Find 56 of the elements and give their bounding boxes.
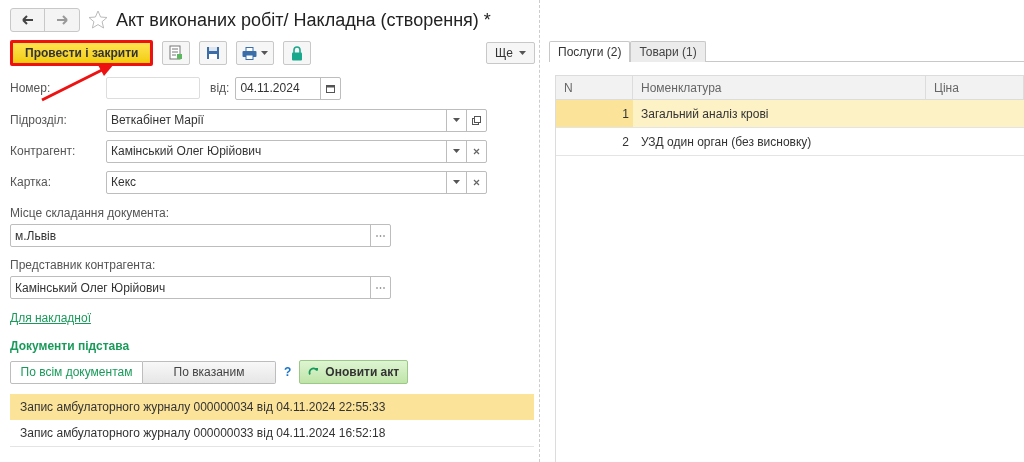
save-button[interactable] (199, 41, 228, 65)
field-label: Підрозділ: (10, 112, 68, 129)
tab[interactable]: Послуги (2) (549, 41, 631, 62)
field-label: Контрагент: (10, 143, 77, 160)
post-and-close-button[interactable]: Провести і закрити (10, 40, 154, 66)
print-button[interactable] (236, 41, 275, 65)
more-button[interactable]: Ще (486, 42, 535, 64)
invoice-link[interactable]: Для накладної (10, 309, 91, 327)
ellipsis-icon (376, 286, 385, 289)
select-field[interactable]: Кекс (106, 170, 487, 194)
caret-icon (453, 118, 460, 122)
table-cell: 1 (556, 100, 633, 127)
select-field[interactable]: Веткабінет Марії (106, 108, 487, 132)
text-field[interactable]: Камінський Олег Юрійович (10, 276, 391, 299)
tab[interactable]: Товари (1) (630, 41, 706, 62)
lock-button[interactable] (283, 41, 312, 65)
table-cell-text: Загальний аналіз крові (640, 105, 770, 123)
caret-icon (261, 51, 269, 55)
close-icon (473, 147, 480, 155)
number-label: Номер: (10, 80, 52, 97)
column-header[interactable]: N (556, 76, 633, 99)
calendar-icon (326, 83, 336, 93)
field-label: Картка: (10, 174, 53, 191)
table-cell-text: 2 (621, 133, 630, 151)
document-icon (169, 45, 184, 61)
date-label: від: (210, 80, 230, 97)
star-icon[interactable] (88, 10, 108, 30)
close-icon (473, 178, 480, 186)
right-arrow-icon (56, 15, 68, 25)
table-row[interactable]: 1 Загальний аналіз крові (556, 100, 1024, 128)
refresh-button[interactable]: Оновити акт (299, 360, 409, 384)
table-cell-text: УЗД один орган (без висновку) (640, 133, 813, 151)
toggle-option[interactable]: По вказаним (143, 360, 276, 384)
caret-icon (453, 180, 460, 184)
column-header[interactable]: Номенклатура (633, 76, 926, 99)
date-field[interactable]: 04.11.2024 (235, 76, 342, 100)
document-row[interactable]: Запис амбулаторного журналу 000000034 від 04.11.2024 22:55:33 (10, 394, 534, 420)
document-button[interactable] (162, 41, 191, 65)
text-field[interactable]: м.Львів (10, 224, 391, 247)
refresh-icon (308, 366, 320, 378)
caret-icon (453, 149, 460, 153)
field-label: Представник контрагента: (10, 257, 157, 274)
help-mark[interactable]: ? (284, 363, 292, 381)
left-arrow-icon (21, 15, 34, 25)
window-title: Акт виконаних робіт/ Накладна (створення) * (116, 8, 491, 32)
printer-icon (242, 46, 258, 60)
ellipsis-icon (376, 234, 385, 237)
toggle-option[interactable]: По всім документам (10, 360, 143, 384)
lock-icon (291, 45, 304, 61)
caret-icon (519, 51, 526, 55)
section-title: Документи підстава (10, 338, 131, 355)
number-field[interactable] (106, 77, 200, 99)
select-field[interactable]: Камінський Олег Юрійович (106, 139, 487, 163)
field-label: Місце складання документа: (10, 205, 171, 222)
window-icon (472, 115, 481, 125)
column-header[interactable]: Ціна (926, 76, 1024, 99)
